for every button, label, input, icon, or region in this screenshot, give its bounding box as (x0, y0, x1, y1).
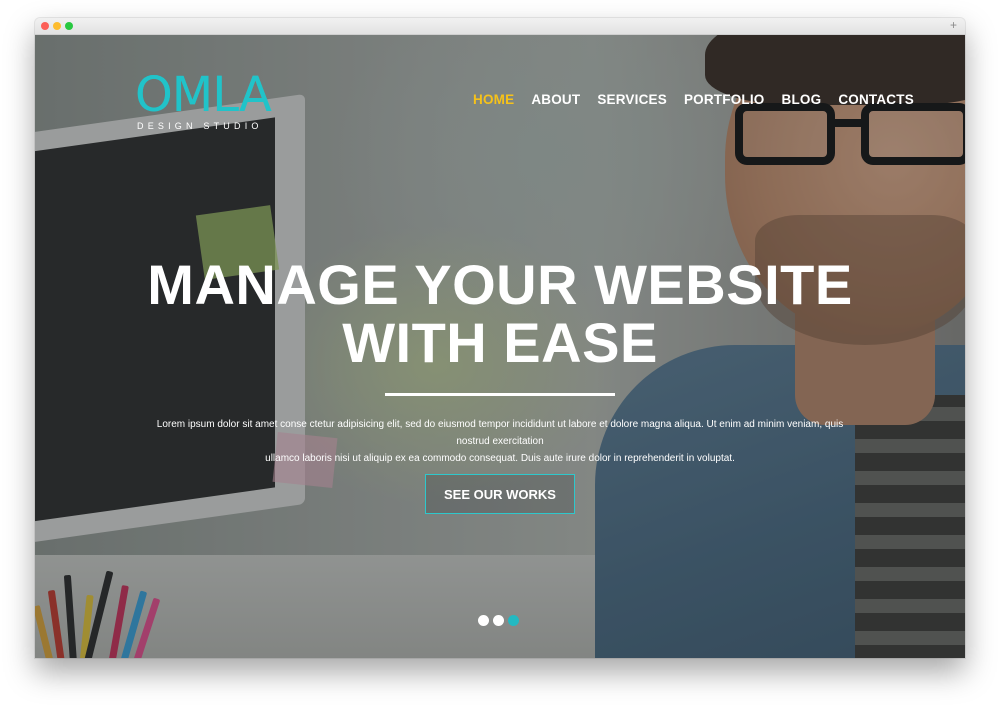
main-navigation: HOME ABOUT SERVICES PORTFOLIO BLOG CONTA… (473, 92, 931, 107)
minimize-window-button[interactable] (53, 22, 61, 30)
nav-item-portfolio[interactable]: PORTFOLIO (684, 92, 765, 107)
hero-divider (385, 393, 615, 396)
slider-pagination (478, 615, 523, 626)
hero-description-line2: ullamco laboris nisi ut aliquip ex ea co… (265, 453, 735, 464)
slider-dot-1[interactable] (478, 615, 489, 626)
close-window-button[interactable] (41, 22, 49, 30)
see-our-works-button[interactable]: SEE OUR WORKS (425, 474, 575, 514)
hero-description: Lorem ipsum dolor sit amet conse ctetur … (140, 416, 860, 467)
hero-headline-line1: MANAGE YOUR WEBSITE (147, 253, 853, 316)
slider-dot-3[interactable] (508, 615, 519, 626)
plus-icon[interactable]: + (947, 19, 960, 32)
browser-window: + OMLA DESIGN STUDIO HOME ABOUT SERVICES… (35, 18, 965, 658)
maximize-window-button[interactable] (65, 22, 73, 30)
nav-item-contacts[interactable]: CONTACTS (838, 92, 914, 107)
logo-tagline: DESIGN STUDIO (137, 121, 263, 131)
slider-dot-2[interactable] (493, 615, 504, 626)
hero-description-line1: Lorem ipsum dolor sit amet conse ctetur … (156, 419, 844, 447)
nav-item-home[interactable]: HOME (473, 92, 514, 107)
nav-item-blog[interactable]: BLOG (782, 92, 822, 107)
hero-headline-line2: WITH EASE (342, 311, 658, 374)
browser-titlebar: + (35, 18, 965, 35)
logo-wordmark: OMLA (135, 71, 295, 119)
nav-item-services[interactable]: SERVICES (597, 92, 667, 107)
site-logo[interactable]: OMLA DESIGN STUDIO (135, 71, 295, 131)
hero-section: OMLA DESIGN STUDIO HOME ABOUT SERVICES P… (35, 35, 965, 658)
nav-item-about[interactable]: ABOUT (531, 92, 580, 107)
